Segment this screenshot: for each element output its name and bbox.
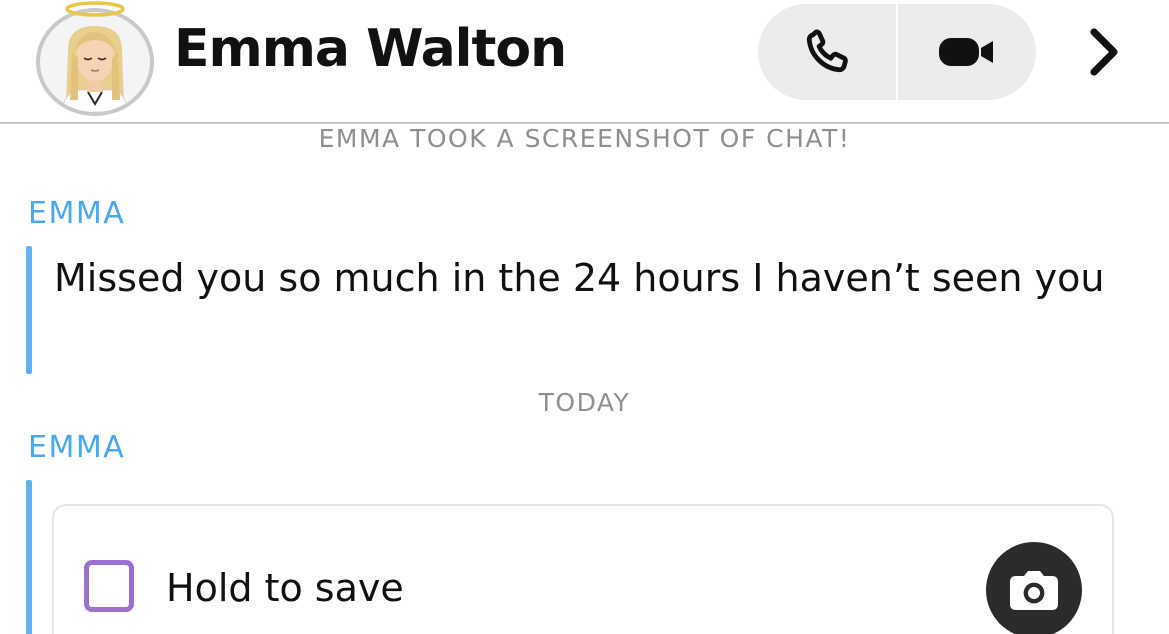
snap-card[interactable]: Hold to save xyxy=(52,504,1114,634)
contact-name[interactable]: Emma Walton xyxy=(174,14,567,84)
day-divider: TODAY xyxy=(538,388,631,417)
video-camera-icon xyxy=(939,38,993,66)
chat-header: Emma Walton xyxy=(0,0,1169,124)
message-text[interactable]: Missed you so much in the 24 hours I hav… xyxy=(54,246,1134,310)
screenshot-notice: EMMA TOOK A SCREENSHOT OF CHAT! xyxy=(318,124,851,153)
chat-screen: Emma Walton EMMA TOOK A SCREENSHOT OF CH… xyxy=(0,0,1169,634)
voice-call-button[interactable] xyxy=(758,4,896,100)
save-label: Hold to save xyxy=(166,566,404,610)
camera-icon xyxy=(1010,571,1058,610)
halo-icon xyxy=(65,1,125,17)
message-sender: EMMA xyxy=(28,196,126,231)
snap-sender: EMMA xyxy=(28,430,126,465)
snap-accent-bar xyxy=(26,480,32,634)
video-call-button[interactable] xyxy=(898,4,1036,100)
call-button-group xyxy=(758,4,1036,100)
chat-details-button[interactable] xyxy=(1074,22,1134,82)
camera-button[interactable] xyxy=(986,542,1082,634)
phone-icon xyxy=(806,29,848,73)
message-accent-bar xyxy=(26,246,32,374)
bitmoji-avatar-icon xyxy=(61,26,129,112)
chevron-right-icon xyxy=(1090,28,1118,76)
avatar[interactable] xyxy=(36,8,154,116)
save-checkbox[interactable] xyxy=(84,560,134,612)
